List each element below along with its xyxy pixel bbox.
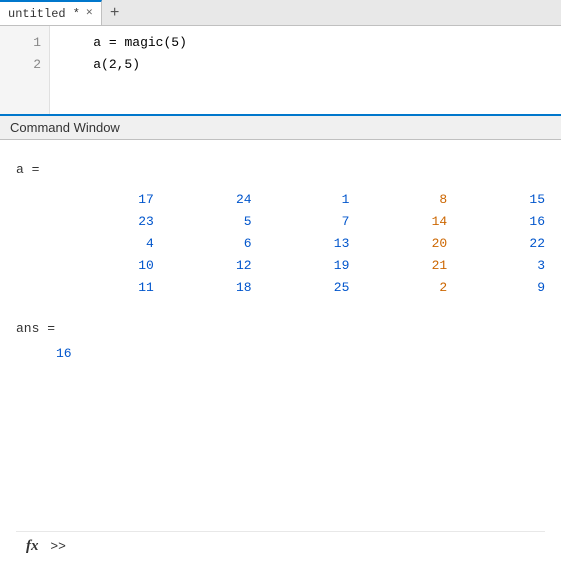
tab-label: untitled * — [8, 7, 80, 21]
matrix-cell: 6 — [154, 233, 252, 255]
matrix-cell: 23 — [56, 211, 154, 233]
line-number-1: 1 — [8, 32, 41, 54]
prompt-bar[interactable]: fx >> — [16, 531, 545, 561]
line-numbers: 1 2 — [0, 26, 50, 114]
matrix-cell: 16 — [447, 211, 545, 233]
matrix-cell: 9 — [447, 277, 545, 299]
code-text-1: a = magic(5) — [62, 32, 187, 54]
matrix-cell: 18 — [154, 277, 252, 299]
matrix-cell: 19 — [252, 255, 350, 277]
matrix-cell: 11 — [56, 277, 154, 299]
matrix-cell: 13 — [252, 233, 350, 255]
matrix-cell: 17 — [56, 189, 154, 211]
matrix-cell: 24 — [154, 189, 252, 211]
code-line-2: a(2,5) — [62, 54, 549, 76]
matrix-cell: 2 — [349, 277, 447, 299]
matrix-cell: 3 — [447, 255, 545, 277]
editor-area: 1 2 a = magic(5) a(2,5) — [0, 26, 561, 116]
matrix-cell: 14 — [349, 211, 447, 233]
tab-close-icon[interactable]: ✕ — [86, 8, 93, 19]
code-line-1: a = magic(5) — [62, 32, 549, 54]
matrix-cell: 20 — [349, 233, 447, 255]
add-tab-button[interactable]: + — [102, 0, 128, 25]
tab-bar: untitled * ✕ + — [0, 0, 561, 26]
matrix-cell: 5 — [154, 211, 252, 233]
matrix-cell: 22 — [447, 233, 545, 255]
command-window-body[interactable]: a = 172418152357141646132022101219213111… — [0, 140, 561, 561]
prompt-fx-icon: fx — [26, 538, 39, 555]
command-window-header: Command Window — [0, 116, 561, 140]
matrix-cell: 25 — [252, 277, 350, 299]
matrix-cell: 12 — [154, 255, 252, 277]
matrix-cell: 8 — [349, 189, 447, 211]
matrix-cell: 4 — [56, 233, 154, 255]
command-window-title: Command Window — [10, 120, 120, 135]
matrix-cell: 10 — [56, 255, 154, 277]
matrix-cell: 21 — [349, 255, 447, 277]
matrix-cell: 1 — [252, 189, 350, 211]
matrix-row: 11182529 — [56, 277, 545, 299]
matrix-row: 17241815 — [56, 189, 545, 211]
code-text-2: a(2,5) — [62, 54, 140, 76]
active-tab[interactable]: untitled * ✕ — [0, 0, 102, 25]
matrix-table: 1724181523571416461320221012192131118252… — [56, 189, 545, 299]
matrix-cell: 7 — [252, 211, 350, 233]
matrix-row: 101219213 — [56, 255, 545, 277]
matrix-cell: 15 — [447, 189, 545, 211]
matrix-row: 23571416 — [56, 211, 545, 233]
output-a-label: a = — [16, 162, 39, 177]
code-area[interactable]: a = magic(5) a(2,5) — [50, 26, 561, 114]
matrix-row: 46132022 — [56, 233, 545, 255]
prompt-arrows: >> — [43, 539, 66, 554]
line-number-2: 2 — [8, 54, 41, 76]
ans-value: 16 — [56, 346, 72, 361]
ans-label: ans = — [16, 321, 55, 336]
